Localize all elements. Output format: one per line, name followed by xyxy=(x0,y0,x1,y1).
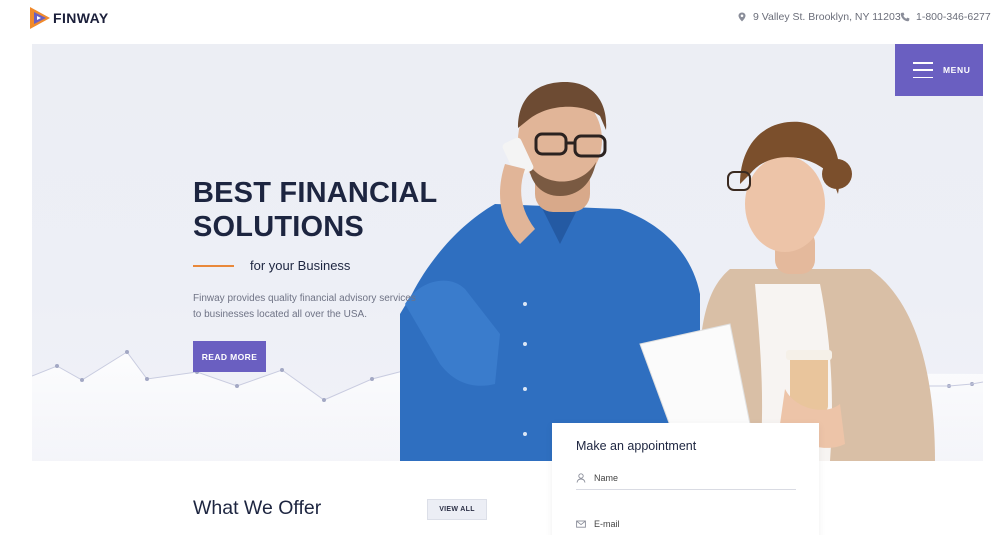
mail-icon xyxy=(576,520,586,528)
menu-button[interactable]: MENU xyxy=(895,44,983,96)
location-pin-icon xyxy=(738,12,746,22)
hamburger-icon xyxy=(913,62,933,78)
address-text: 9 Valley St. Brooklyn, NY 11203 xyxy=(753,11,901,23)
accent-divider xyxy=(193,265,234,267)
hero-people-illustration xyxy=(400,82,935,461)
offer-section-title: What We Offer xyxy=(193,497,322,519)
site-header: FINWAY 9 Valley St. Brooklyn, NY 11203 1… xyxy=(0,0,1000,44)
view-all-button[interactable]: VIEW ALL xyxy=(427,499,487,520)
logo-mark-icon xyxy=(30,7,50,29)
user-icon xyxy=(576,472,586,483)
name-placeholder: Name xyxy=(594,472,619,483)
hero-subtitle: for your Business xyxy=(250,258,351,273)
hero-title-line1: BEST FINANCIAL xyxy=(193,177,438,209)
header-address: 9 Valley St. Brooklyn, NY 11203 xyxy=(737,11,901,23)
brand-logo[interactable]: FINWAY xyxy=(30,7,109,29)
phone-icon xyxy=(900,12,910,22)
brand-name: FINWAY xyxy=(53,10,109,26)
read-more-button[interactable]: READ MORE xyxy=(193,341,266,372)
hero-title-line2: SOLUTIONS xyxy=(193,211,364,243)
hero-description: Finway provides quality financial adviso… xyxy=(193,293,416,320)
man-figure xyxy=(400,82,700,461)
name-field[interactable]: Name xyxy=(576,466,796,490)
appointment-card: Make an appointment Name E-mail xyxy=(552,423,819,535)
phone-text: 1-800-346-6277 xyxy=(916,11,991,23)
email-field[interactable]: E-mail xyxy=(576,512,796,535)
hero-title: BEST FINANCIAL SOLUTIONS xyxy=(193,176,453,244)
appointment-title: Make an appointment xyxy=(576,439,697,453)
email-placeholder: E-mail xyxy=(594,519,620,529)
header-phone[interactable]: 1-800-346-6277 xyxy=(900,11,991,23)
menu-label: MENU xyxy=(943,65,971,75)
